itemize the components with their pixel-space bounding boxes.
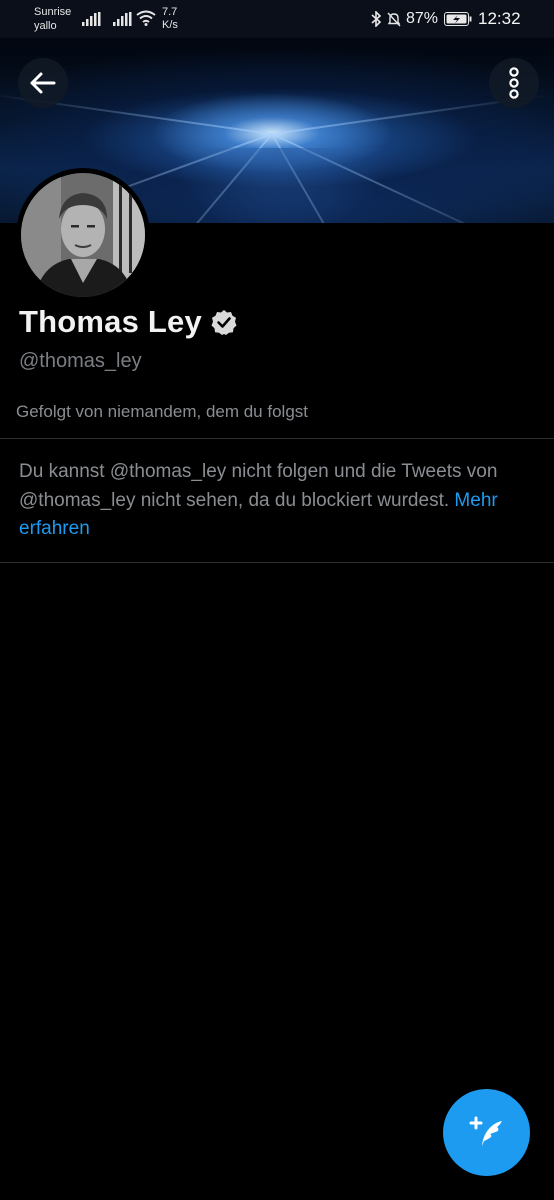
carrier-label: Sunrise yallo xyxy=(34,5,71,33)
arrow-left-icon xyxy=(30,72,56,94)
back-button[interactable] xyxy=(18,58,68,108)
followed-by-text: Gefolgt von niemandem, dem du folgst xyxy=(16,402,308,421)
profile-name-row: Thomas Ley xyxy=(19,304,237,340)
avatar-photo xyxy=(21,173,145,297)
battery-percent: 87% xyxy=(406,10,439,27)
carrier-line-2: yallo xyxy=(34,20,57,32)
mute-icon xyxy=(387,12,401,27)
profile-name: Thomas Ley xyxy=(19,304,202,339)
wifi-icon xyxy=(136,10,156,26)
divider xyxy=(0,438,554,439)
blocked-notice-text: Du kannst @thomas_ley nicht folgen und d… xyxy=(19,461,498,511)
clock: 12:32 xyxy=(478,9,521,28)
compose-tweet-icon xyxy=(469,1116,502,1146)
more-options-button[interactable] xyxy=(489,58,539,108)
verified-badge-icon xyxy=(211,310,237,335)
signal-icon xyxy=(82,12,101,26)
network-speed: 7.7 K/s xyxy=(162,6,178,32)
battery-charging-icon xyxy=(444,12,472,26)
divider xyxy=(0,562,554,563)
status-bar: Sunrise yallo 7.7 K/s 87% 12:32 xyxy=(0,0,554,38)
banner-glow xyxy=(170,148,390,223)
signal-icon xyxy=(113,12,132,26)
bluetooth-icon xyxy=(371,11,382,27)
compose-tweet-button[interactable] xyxy=(443,1089,530,1176)
network-speed-unit: K/s xyxy=(162,19,178,31)
profile-handle: @thomas_ley xyxy=(19,350,142,372)
carrier-line-1: Sunrise xyxy=(34,6,72,18)
avatar[interactable] xyxy=(16,168,150,302)
network-speed-value: 7.7 xyxy=(162,6,178,18)
more-vertical-icon xyxy=(509,67,519,99)
blocked-notice: Du kannst @thomas_ley nicht folgen und d… xyxy=(19,458,539,544)
